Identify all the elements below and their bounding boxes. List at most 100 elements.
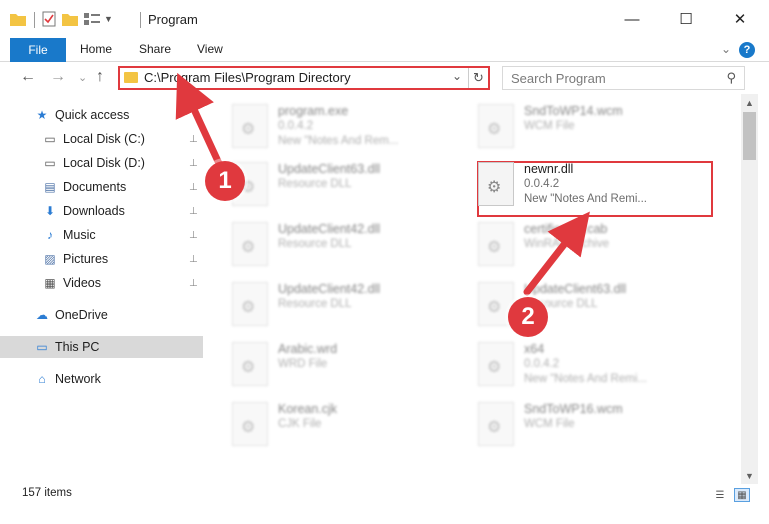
pin-icon[interactable]: ⊥ <box>189 278 198 289</box>
address-bar[interactable]: C:\Program Files\Program Directory ⌄ ↻ <box>118 66 490 90</box>
sidebar-item-label: OneDrive <box>55 308 108 322</box>
sidebar-item-local-disk-d[interactable]: ▭ Local Disk (D:) ⊥ <box>0 152 206 174</box>
view-options-icon[interactable] <box>84 10 100 28</box>
cloud-icon: ☁ <box>36 308 48 322</box>
recent-locations-chevron-icon[interactable]: ⌄ <box>78 71 87 84</box>
file-icon: ⚙ <box>232 282 268 326</box>
back-arrow-icon[interactable]: ← <box>20 68 36 86</box>
gear-icon: ⚙ <box>241 359 256 376</box>
sidebar-item-local-disk-c[interactable]: ▭ Local Disk (C:) ⊥ <box>0 128 206 150</box>
sidebar-item-music[interactable]: ♪ Music ⊥ <box>0 224 206 246</box>
search-box[interactable]: Search Program ⚲ <box>502 66 745 90</box>
pictures-icon: ▨ <box>44 252 56 266</box>
file-item[interactable]: ⚙ certificates.cab WinRAR Archive <box>478 220 718 278</box>
file-icon: ⚙ <box>232 222 268 266</box>
file-item[interactable]: ⚙ newnr.dll 0.0.4.2 New "Notes And Remi... <box>478 160 718 218</box>
drive-icon: ▭ <box>44 156 56 170</box>
file-detail: Resource DLL <box>278 238 352 250</box>
drive-icon: ▭ <box>44 132 56 146</box>
sidebar-item-pictures[interactable]: ▨ Pictures ⊥ <box>0 248 206 270</box>
sidebar-item-downloads[interactable]: ⬇ Downloads ⊥ <box>0 200 206 222</box>
tab-file[interactable]: File <box>10 38 66 62</box>
minimize-button[interactable]: — <box>609 0 655 38</box>
file-description: New "Notes And Remi... <box>524 193 647 205</box>
file-item[interactable]: ⚙ UpdateClient42.dll Resource DLL <box>232 220 472 278</box>
documents-icon: ▤ <box>44 180 56 194</box>
search-input[interactable]: Search Program <box>511 71 606 86</box>
file-name: SndToWP16.wcm <box>524 402 623 416</box>
navigation-pane: ★ Quick access ▭ Local Disk (C:) ⊥ ▭ Local Dis… <box>0 100 206 480</box>
help-icon[interactable]: ? <box>739 42 755 58</box>
computer-icon: ▭ <box>36 340 48 354</box>
file-item[interactable]: ⚙ x64 0.0.4.2 New "Notes And Remi... <box>478 340 718 398</box>
sidebar-item-this-pc[interactable]: ▭ This PC <box>0 336 203 358</box>
pin-icon[interactable]: ⊥ <box>189 230 198 241</box>
file-item[interactable]: ⚙ SndToWP14.wcm WCM File <box>478 102 718 160</box>
folder-icon <box>10 10 26 28</box>
gear-icon: ⚙ <box>487 359 502 376</box>
tab-view[interactable]: View <box>197 42 223 56</box>
videos-icon: ▦ <box>44 276 56 290</box>
scroll-thumb[interactable] <box>743 112 756 160</box>
folder-icon <box>124 72 138 83</box>
sidebar-item-videos[interactable]: ▦ Videos ⊥ <box>0 272 206 294</box>
pin-icon[interactable]: ⊥ <box>189 206 198 217</box>
sidebar-item-onedrive[interactable]: ☁ OneDrive <box>0 304 206 326</box>
gear-icon: ⚙ <box>487 419 502 436</box>
customize-toolbar-chevron-icon[interactable]: ▼ <box>104 10 113 28</box>
star-icon: ★ <box>36 108 48 122</box>
properties-icon[interactable] <box>42 10 56 28</box>
details-view-icon[interactable]: ☰ <box>712 488 728 502</box>
file-item[interactable]: ⚙ Arabic.wrd WRD File <box>232 340 472 398</box>
window-title: Program <box>148 12 198 27</box>
file-icon: ⚙ <box>232 104 268 148</box>
file-item[interactable]: ⚙ SndToWP16.wcm WCM File <box>478 400 718 458</box>
maximize-button[interactable]: ☐ <box>663 0 709 38</box>
pin-icon[interactable]: ⊥ <box>189 134 198 145</box>
file-name: UpdateClient42.dll <box>278 282 381 296</box>
sidebar-item-label: Downloads <box>63 204 125 218</box>
file-item[interactable]: ⚙ program.exe 0.0.4.2 New "Notes And Rem... <box>232 102 472 160</box>
address-history-chevron-icon[interactable]: ⌄ <box>452 69 462 83</box>
pin-icon[interactable]: ⊥ <box>189 254 198 265</box>
network-icon: ⌂ <box>38 372 46 386</box>
tab-share[interactable]: Share <box>139 42 171 56</box>
file-name: SndToWP14.wcm <box>524 104 623 118</box>
file-detail: 0.0.4.2 <box>524 178 560 190</box>
gear-icon: ⚙ <box>487 179 502 196</box>
search-icon[interactable]: ⚲ <box>726 70 736 86</box>
file-detail: CJK File <box>278 418 322 430</box>
file-icon: ⚙ <box>478 222 514 266</box>
large-icons-view-icon[interactable]: ▦ <box>734 488 750 502</box>
vertical-scrollbar[interactable]: ▲ ▼ <box>741 94 758 484</box>
sidebar-item-label: This PC <box>55 340 100 354</box>
expand-ribbon-icon[interactable]: ⌄ <box>721 42 731 56</box>
refresh-icon[interactable]: ↻ <box>468 68 488 88</box>
pin-icon[interactable]: ⊥ <box>189 158 198 169</box>
status-bar: 157 items ☰ ▦ <box>0 484 769 506</box>
file-item[interactable]: ⚙ UpdateClient42.dll Resource DLL <box>232 280 472 338</box>
gear-icon: ⚙ <box>241 121 256 138</box>
file-name: UpdateClient63.dll <box>278 162 381 176</box>
sidebar-item-label: Network <box>55 372 101 386</box>
file-name: Korean.cjk <box>278 402 338 416</box>
address-path[interactable]: C:\Program Files\Program Directory <box>144 70 351 85</box>
file-detail: Resource DLL <box>278 178 352 190</box>
sidebar-item-documents[interactable]: ▤ Documents ⊥ <box>0 176 206 198</box>
file-item[interactable]: ⚙ Korean.cjk CJK File <box>232 400 472 458</box>
up-arrow-icon[interactable]: ↑ <box>96 68 104 86</box>
download-icon: ⬇ <box>44 204 56 218</box>
sidebar-item-label: Documents <box>63 180 127 194</box>
file-item[interactable]: ⚙ UpdateClient63.dll Resource DLL <box>232 160 472 218</box>
scroll-up-icon[interactable]: ▲ <box>741 94 758 111</box>
file-detail: WCM File <box>524 418 575 430</box>
sidebar-item-quick-access[interactable]: ★ Quick access <box>0 104 206 126</box>
scroll-down-icon[interactable]: ▼ <box>741 467 758 484</box>
close-button[interactable]: ✕ <box>717 0 763 38</box>
new-folder-icon[interactable] <box>62 10 78 28</box>
forward-arrow-icon[interactable]: → <box>50 68 66 86</box>
tab-home[interactable]: Home <box>80 42 112 56</box>
pin-icon[interactable]: ⊥ <box>189 182 198 193</box>
sidebar-item-network[interactable]: ⌂ Network <box>0 368 206 390</box>
ribbon: File Home Share View ⌄ ? <box>0 38 769 62</box>
